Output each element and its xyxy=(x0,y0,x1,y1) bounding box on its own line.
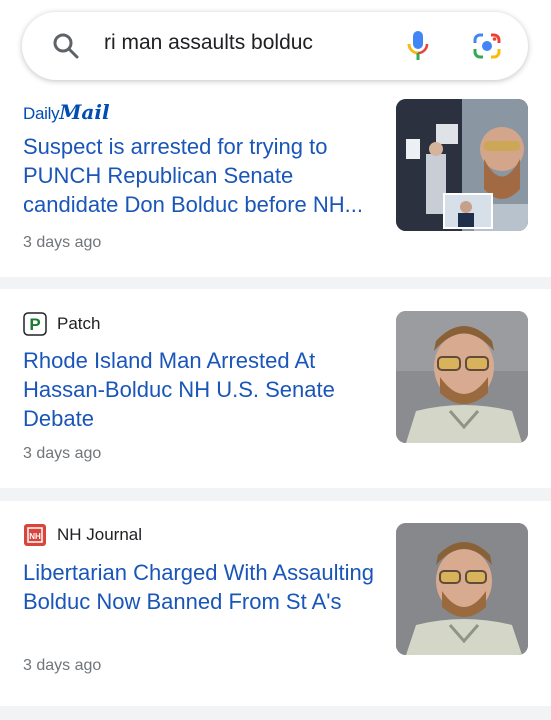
google-lens-icon[interactable] xyxy=(470,31,504,61)
news-result-card[interactable]: NH NH Journal Libertarian Charged With A… xyxy=(0,501,551,706)
mic-icon[interactable] xyxy=(403,29,433,63)
thumbnail-image xyxy=(396,99,528,231)
thumbnail-image xyxy=(396,523,528,655)
result-thumbnail[interactable] xyxy=(396,311,528,443)
result-title[interactable]: Suspect is arrested for trying to PUNCH … xyxy=(23,132,375,219)
result-thumbnail[interactable] xyxy=(396,523,528,655)
dailymail-logo: DailyMail xyxy=(23,100,110,124)
source-name: Patch xyxy=(57,314,101,333)
news-result-card[interactable]: P Patch Rhode Island Man Arrested At Has… xyxy=(0,289,551,488)
search-box[interactable]: ri man assaults bolduc xyxy=(22,12,528,80)
search-icon[interactable] xyxy=(52,32,80,60)
search-header: ri man assaults bolduc xyxy=(0,0,551,94)
source-row: P Patch xyxy=(23,312,100,336)
result-time: 3 days ago xyxy=(23,657,102,674)
result-title[interactable]: Libertarian Charged With Assaulting Bold… xyxy=(23,558,375,616)
svg-text:NH: NH xyxy=(29,532,41,541)
svg-text:P: P xyxy=(29,315,40,334)
result-thumbnail[interactable] xyxy=(396,99,528,231)
source-logo-dailymail: DailyMail xyxy=(23,100,110,125)
patch-logo-icon: P xyxy=(23,312,47,336)
thumbnail-image xyxy=(396,311,528,443)
result-title[interactable]: Rhode Island Man Arrested At Hassan-Bold… xyxy=(23,346,375,433)
nhjournal-logo-icon: NH xyxy=(24,524,46,546)
result-time: 3 days ago xyxy=(23,445,102,462)
source-name: NH Journal xyxy=(57,525,143,544)
source-row: NH NH Journal xyxy=(23,523,142,547)
search-query[interactable]: ri man assaults bolduc xyxy=(104,31,313,55)
news-result-card[interactable]: DailyMail Suspect is arrested for trying… xyxy=(0,94,551,277)
result-time: 3 days ago xyxy=(23,234,102,251)
